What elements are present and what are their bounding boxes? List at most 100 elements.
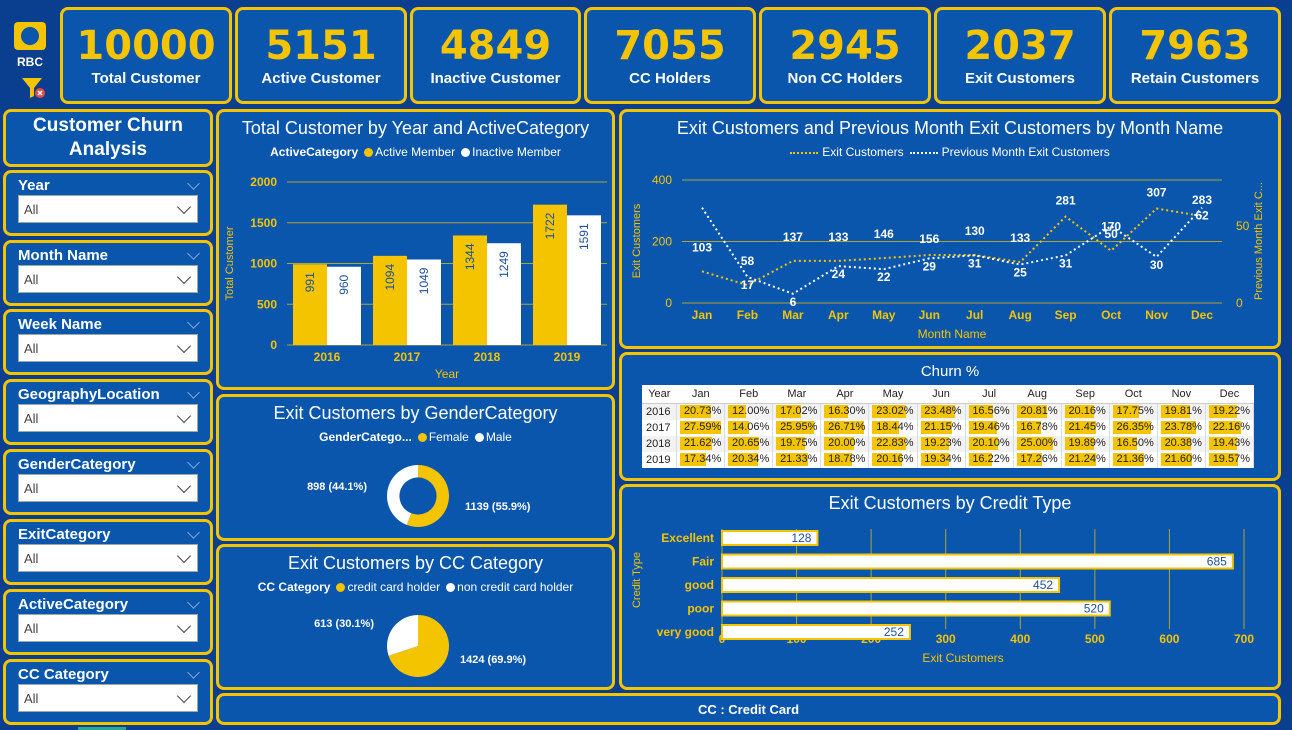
slicer-label: GeographyLocation xyxy=(18,386,160,403)
credit-bar-chart: 0100200300400500600700Exit CustomersCred… xyxy=(631,529,1254,665)
churn-cell: 21.24% xyxy=(1061,451,1110,468)
chevron-down-icon xyxy=(176,338,192,354)
slicer-month-name[interactable]: Month Name All xyxy=(3,240,213,306)
slicer-dropdown[interactable]: All xyxy=(18,684,198,712)
column-header[interactable]: Nov xyxy=(1157,385,1206,404)
slicer-dropdown[interactable]: All xyxy=(18,265,198,293)
x-tick-label: Oct xyxy=(1101,308,1121,322)
x-tick-label: Jun xyxy=(919,308,940,322)
churn-cell: 17.34% xyxy=(676,451,726,468)
cell-value: 19.23% xyxy=(924,437,962,449)
chart-title: Total Customer by Year and ActiveCategor… xyxy=(241,118,590,138)
churn-cell: 21.36% xyxy=(1109,451,1158,468)
dashboard-title: Customer Churn Analysis xyxy=(3,109,213,167)
point-data-label: 6 xyxy=(790,295,797,309)
cell-value: 19.57% xyxy=(1212,453,1250,465)
churn-cell: 14.06% xyxy=(724,419,774,436)
point-data-label: 29 xyxy=(923,259,937,273)
column-header[interactable]: Feb xyxy=(724,385,773,404)
kpi-label: Retain Customers xyxy=(1130,70,1260,87)
column-header[interactable]: Mar xyxy=(772,385,821,404)
slicer-dropdown[interactable]: All xyxy=(18,195,198,223)
cell-value: 19.75% xyxy=(780,437,818,449)
x-tick-label: Sep xyxy=(1055,308,1077,322)
churn-cell: 17.02% xyxy=(772,403,822,420)
y-axis-label: Exit Customers xyxy=(631,203,643,278)
chevron-down-icon xyxy=(176,478,192,494)
point-data-label: 31 xyxy=(1059,256,1073,270)
year-active-bar-chart: 0 500 1000 1500 2000 Total Customer Year 991 960… xyxy=(224,175,607,381)
legend-line-icon xyxy=(790,151,819,154)
legend-dot-icon xyxy=(417,433,427,443)
slicer-gender-category[interactable]: GenderCategory All xyxy=(3,449,213,515)
churn-cell: 26.35% xyxy=(1109,419,1158,436)
column-header[interactable]: Jul xyxy=(965,385,1014,404)
kpi-value: 7963 xyxy=(1139,23,1251,69)
churn-cell: 19.23% xyxy=(917,435,966,452)
slicer-exit-category[interactable]: ExitCategory All xyxy=(3,519,213,585)
clear-filter-icon[interactable] xyxy=(20,76,46,100)
exit-month-line-chart: 0 200 400 0 50 Exit Customers Previous Month E… xyxy=(631,173,1265,341)
line-series-previous xyxy=(701,206,1203,295)
column-header[interactable]: Year xyxy=(642,385,677,404)
point-data-label: 307 xyxy=(1147,186,1167,200)
cell-value: 19.43% xyxy=(1212,437,1250,449)
x-axis-label: Year xyxy=(435,367,459,381)
churn-cell: 16.50% xyxy=(1109,435,1158,452)
point-data-label: 156 xyxy=(919,232,939,246)
column-header[interactable]: May xyxy=(868,385,917,404)
kpi-label: Active Customer xyxy=(261,70,381,87)
cell-value: 21.62% xyxy=(683,437,722,449)
column-header[interactable]: Aug xyxy=(1013,385,1062,404)
y-tick-label: Excellent xyxy=(661,531,714,545)
churn-cell: 19.34% xyxy=(917,451,966,468)
slicer-geography-location[interactable]: GeographyLocation All xyxy=(3,379,213,445)
churn-cell: 20.34% xyxy=(724,451,774,468)
column-header[interactable]: Dec xyxy=(1205,385,1254,404)
legend-item[interactable]: Male xyxy=(474,430,512,444)
cell-value: 17.75% xyxy=(1116,405,1154,418)
churn-cell: 26.71% xyxy=(820,419,870,436)
slicer-dropdown[interactable]: All xyxy=(18,614,198,642)
legend-item[interactable]: Active Member xyxy=(364,145,455,159)
chart-legend: ActiveCategory Active Member Inactive Me… xyxy=(270,145,561,159)
cell-value: 20.16% xyxy=(876,453,914,465)
gender-donut-chart: 1139 (55.9%) 898 (44.1%) xyxy=(307,465,531,527)
chevron-down-icon xyxy=(176,408,192,424)
legend-item[interactable]: Inactive Member xyxy=(461,145,561,159)
point-data-label: 133 xyxy=(828,230,848,244)
cell-value: 20.65% xyxy=(732,437,770,449)
slicer-label: Year xyxy=(18,177,50,194)
kpi-value: 4849 xyxy=(439,23,552,69)
churn-cell: 21.62% xyxy=(676,435,726,452)
cell-value: 12.00% xyxy=(732,405,770,418)
kpi-value: 2037 xyxy=(964,23,1076,69)
slicer-dropdown[interactable]: All xyxy=(18,334,198,362)
chart-title: Exit Customers by Credit Type xyxy=(828,493,1072,513)
column-header[interactable]: Jan xyxy=(676,385,725,404)
slicer-cc-category[interactable]: CC Category All xyxy=(3,659,213,725)
column-header[interactable]: Jun xyxy=(917,385,966,404)
column-header[interactable]: Oct xyxy=(1109,385,1158,404)
legend-item[interactable]: non credit card holder xyxy=(446,580,573,594)
chevron-down-icon xyxy=(176,688,192,704)
svg-text:RBC: RBC xyxy=(17,55,43,69)
churn-cell: 25.00% xyxy=(1013,435,1062,452)
legend-item[interactable]: Female xyxy=(417,430,469,444)
slicer-dropdown[interactable]: All xyxy=(18,474,198,502)
slicer-dropdown[interactable]: All xyxy=(18,404,198,432)
slice-data-label: 613 (30.1%) xyxy=(314,618,374,630)
slicer-week-name[interactable]: Week Name All xyxy=(3,309,213,375)
point-data-label: 24 xyxy=(832,267,846,281)
slicer-year[interactable]: Year All xyxy=(3,170,213,236)
column-header[interactable]: Apr xyxy=(820,385,869,404)
point-data-label: 283 xyxy=(1192,193,1212,207)
slicer-active-category[interactable]: ActiveCategory All xyxy=(3,589,213,655)
point-data-label: 281 xyxy=(1056,194,1076,208)
column-header[interactable]: Sep xyxy=(1061,385,1110,404)
point-data-label: 30 xyxy=(1150,258,1164,272)
cell-value: 25.00% xyxy=(1020,437,1058,449)
slicer-dropdown[interactable]: All xyxy=(18,544,198,572)
legend-item[interactable]: credit card holder xyxy=(336,580,440,594)
y2-tick-label: 0 xyxy=(1236,296,1243,310)
